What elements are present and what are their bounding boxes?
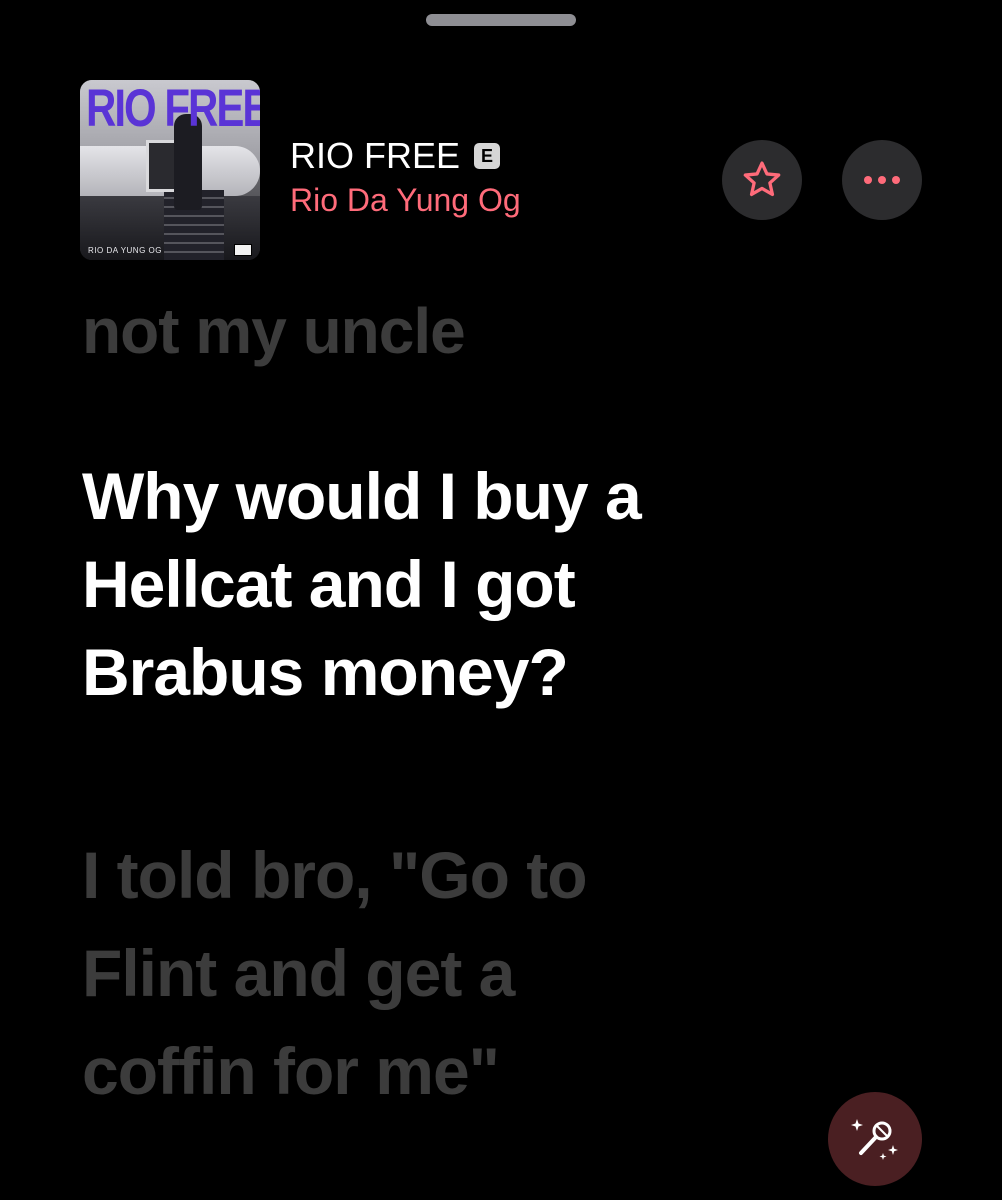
track-title: RIO FREE (290, 135, 461, 176)
lyric-line: not my uncle (82, 295, 466, 367)
lyric-line: Brabus money? (82, 635, 569, 709)
star-icon (743, 161, 781, 197)
track-info[interactable]: RIO FREE E Rio Da Yung Og (290, 136, 521, 220)
artwork-title: RIO FREE (86, 80, 260, 137)
album-artwork[interactable]: RIO FREE RIO DA YUNG OG (80, 80, 260, 260)
more-options-button[interactable] (842, 140, 922, 220)
parental-advisory-label (234, 244, 252, 256)
track-artist[interactable]: Rio Da Yung Og (290, 180, 521, 220)
ellipsis-icon (864, 176, 900, 184)
lyric-line: I told bro, "Go to (82, 838, 588, 912)
explicit-badge: E (474, 143, 501, 169)
lyric-previous[interactable]: not my uncle (82, 292, 942, 370)
track-title-row: RIO FREE E (290, 136, 521, 176)
sing-button[interactable] (828, 1092, 922, 1186)
now-playing-header: RIO FREE RIO DA YUNG OG RIO FREE E Rio D… (80, 80, 922, 260)
lyric-current[interactable]: Why would I buy a Hellcat and I got Brab… (82, 452, 942, 716)
microphone-sparkle-icon (851, 1119, 898, 1160)
favorite-button[interactable] (722, 140, 802, 220)
sheet-grabber[interactable] (426, 14, 576, 26)
lyric-line: coffin for me" (82, 1034, 500, 1108)
lyric-line: Why would I buy a (82, 459, 642, 533)
lyric-line: Flint and get a (82, 936, 515, 1010)
lyric-next[interactable]: I told bro, "Go to Flint and get a coffi… (82, 826, 942, 1120)
artwork-artist: RIO DA YUNG OG (88, 246, 162, 255)
lyric-line: Hellcat and I got (82, 547, 576, 621)
